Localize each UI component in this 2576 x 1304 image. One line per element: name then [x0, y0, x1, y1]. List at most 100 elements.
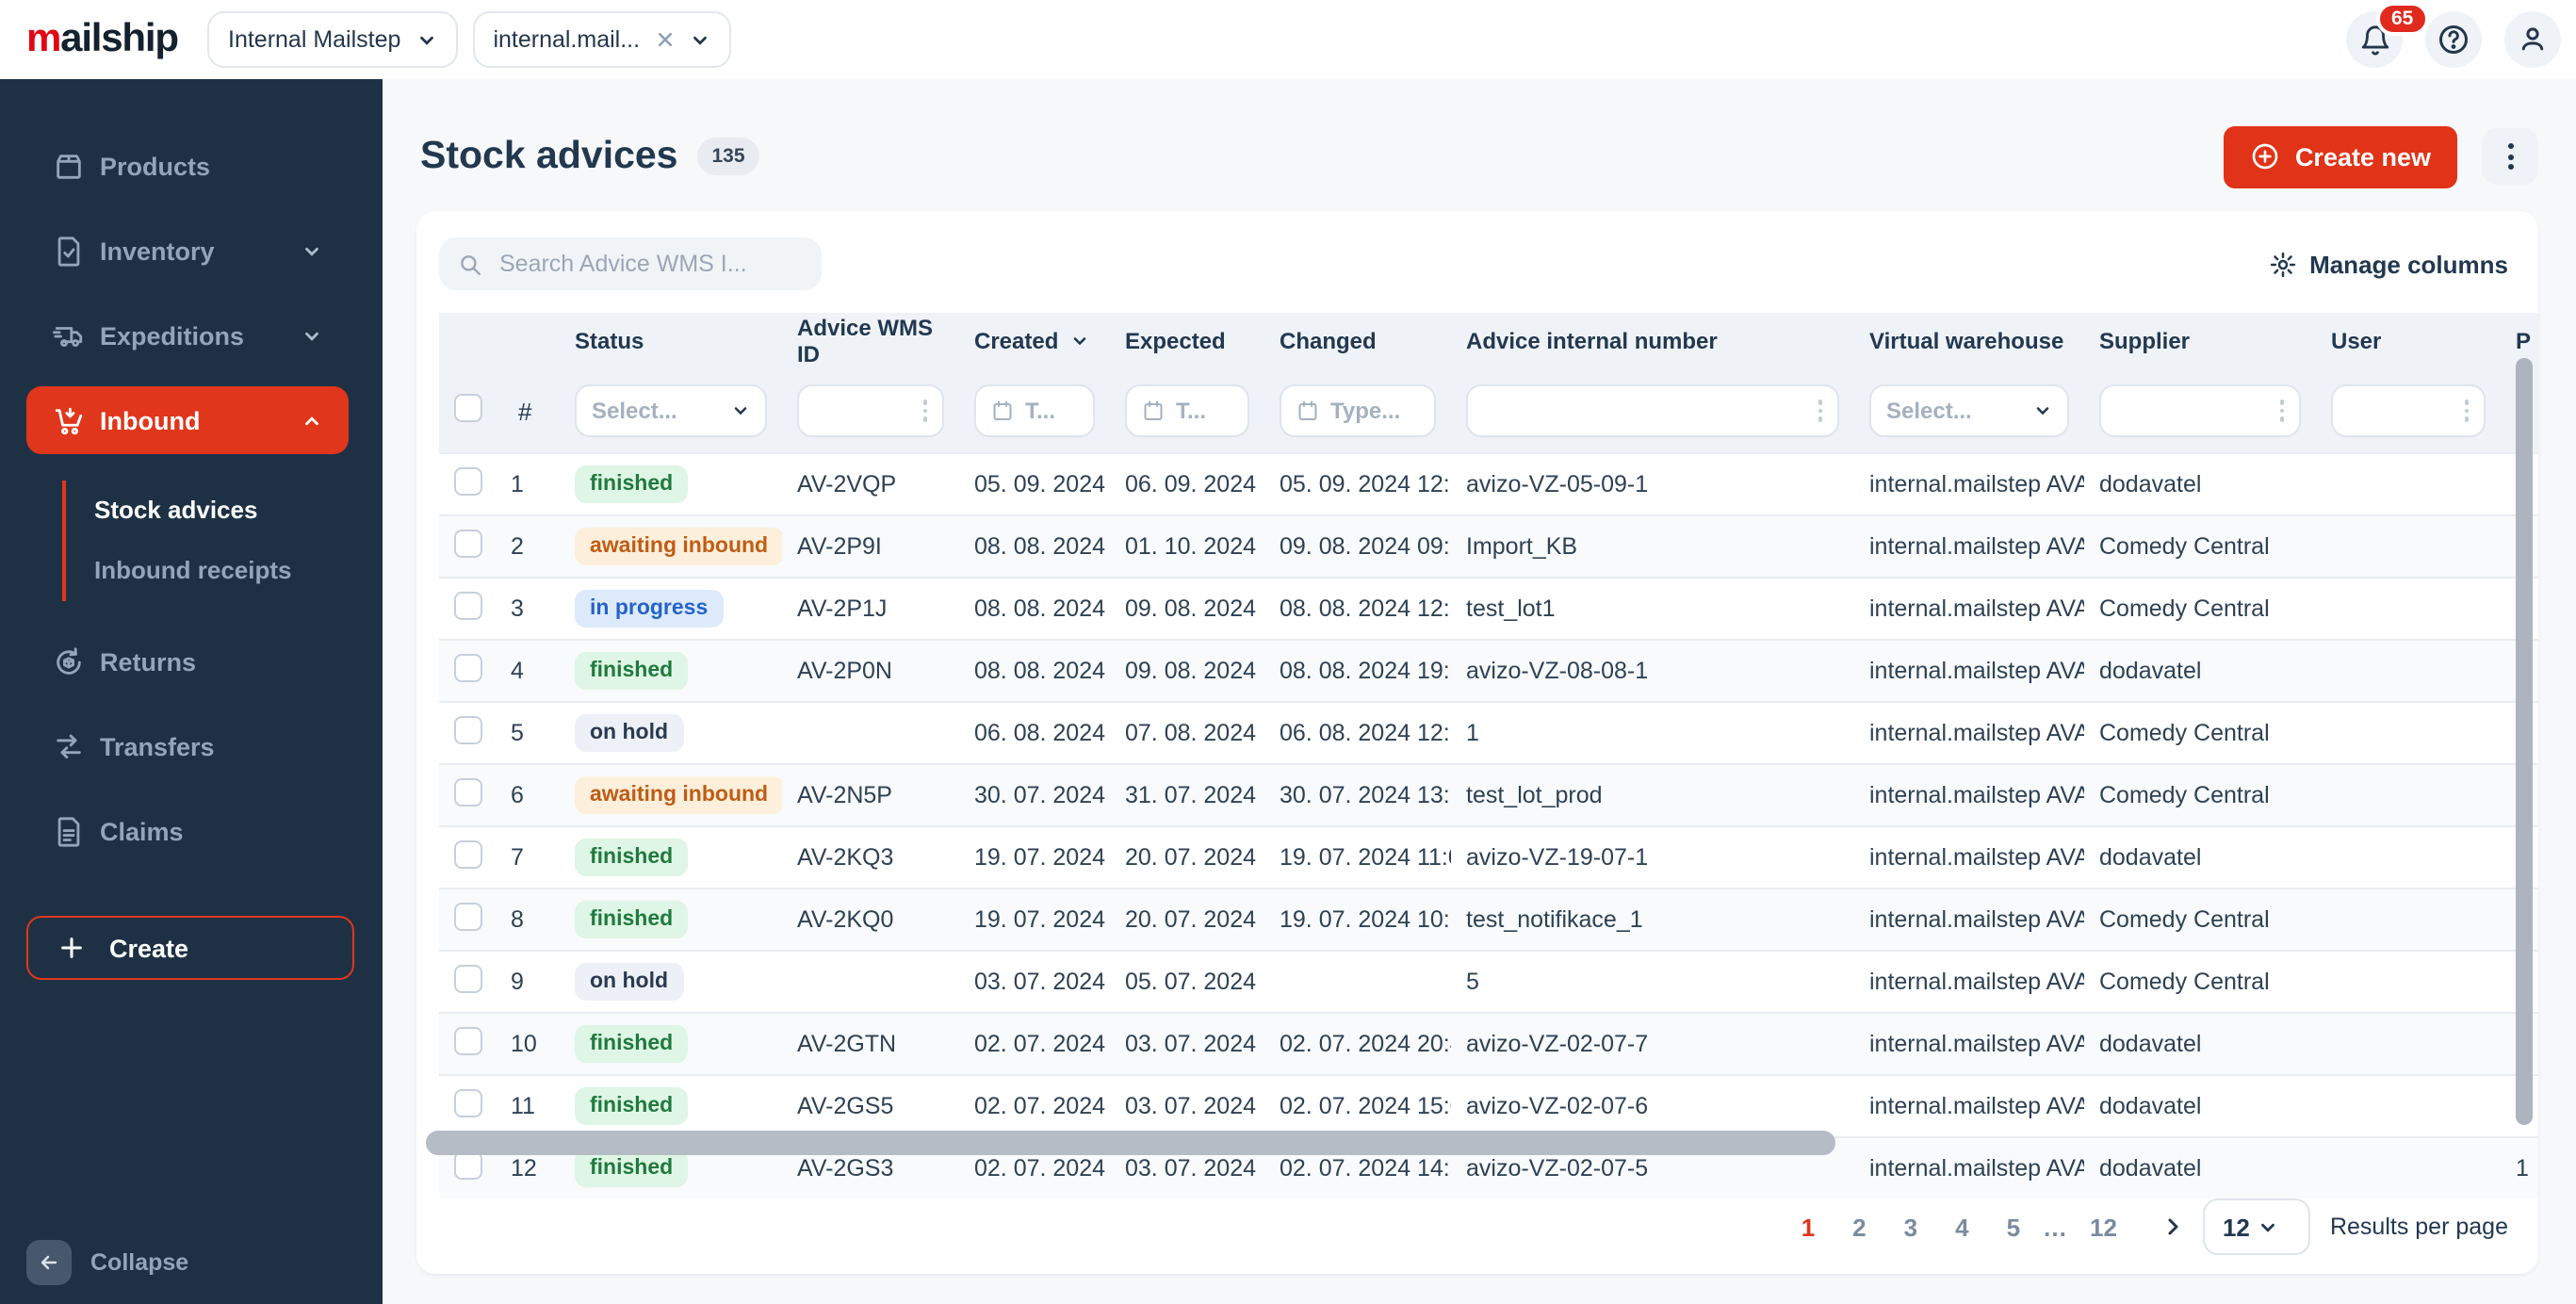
table-row[interactable]: 10finishedAV-2GTN02. 07. 202403. 07. 202…: [439, 1013, 2538, 1075]
sidebar-item-expeditions[interactable]: Expeditions: [26, 302, 349, 369]
sidebar-item-claims[interactable]: Claims: [26, 797, 349, 865]
row-checkbox[interactable]: [454, 965, 482, 993]
sidebar-item-products[interactable]: Products: [26, 132, 349, 200]
sidebar-item-label: Inventory: [100, 236, 302, 265]
cell-changed: [1264, 951, 1451, 1013]
supplier-filter-input[interactable]: [2099, 384, 2301, 437]
page-button[interactable]: 12: [2071, 1213, 2136, 1241]
page-actions-button[interactable]: [2482, 128, 2538, 185]
row-checkbox[interactable]: [454, 1151, 482, 1180]
table-row[interactable]: 5on hold06. 08. 202407. 08. 202406. 08. …: [439, 702, 2538, 764]
cell-supplier: dodavatel: [2084, 1075, 2316, 1137]
cell-supplier: dodavatel: [2084, 1137, 2316, 1198]
kebab-icon[interactable]: [922, 400, 927, 422]
clear-icon[interactable]: [655, 30, 674, 49]
search-input[interactable]: [496, 249, 803, 279]
horizontal-scrollbar[interactable]: [426, 1131, 1835, 1155]
page-button[interactable]: 1: [1783, 1213, 1834, 1241]
table-row[interactable]: 3in progressAV-2P1J08. 08. 202409. 08. 2…: [439, 578, 2538, 640]
cell-num: 8: [496, 888, 560, 951]
table-row[interactable]: 7finishedAV-2KQ319. 07. 202420. 07. 2024…: [439, 826, 2538, 888]
row-checkbox[interactable]: [454, 778, 482, 807]
select-all-checkbox[interactable]: [454, 394, 482, 422]
table-row[interactable]: 1finishedAV-2VQP05. 09. 202406. 09. 2024…: [439, 453, 2538, 515]
cell-changed: 08. 08. 2024 12:39: [1264, 578, 1451, 640]
created-filter-input[interactable]: T...: [974, 384, 1095, 437]
page-head: Stock advices 135 Create new: [420, 121, 2538, 192]
row-checkbox[interactable]: [454, 1027, 482, 1055]
cell-supplier: Comedy Central: [2084, 764, 2316, 826]
wms-filter-input[interactable]: [797, 384, 944, 437]
expected-filter-input[interactable]: T...: [1125, 384, 1249, 437]
kebab-icon[interactable]: [1818, 400, 1822, 422]
notifications-button[interactable]: 65: [2346, 11, 2403, 68]
table-row[interactable]: 8finishedAV-2KQ019. 07. 202420. 07. 2024…: [439, 888, 2538, 951]
sidebar-subitem-stock-advices[interactable]: Stock advices: [94, 481, 383, 541]
vw-filter-select[interactable]: Select...: [1869, 384, 2069, 437]
col-header-created[interactable]: Created: [959, 313, 1110, 369]
table-row[interactable]: 11finishedAV-2GS502. 07. 202403. 07. 202…: [439, 1075, 2538, 1137]
sidebar-create-button[interactable]: Create: [26, 916, 354, 980]
user-filter-input[interactable]: [2331, 384, 2486, 437]
sidebar-subitem-inbound-receipts[interactable]: Inbound receipts: [94, 541, 383, 601]
next-page-button[interactable]: [2136, 1215, 2204, 1238]
profile-button[interactable]: [2504, 11, 2561, 68]
cell-internal: avizo-VZ-08-08-1: [1451, 640, 1854, 702]
col-header-internal[interactable]: Advice internal number: [1451, 313, 1854, 369]
organization-dropdown[interactable]: Internal Mailstep: [207, 11, 457, 68]
status-filter-select[interactable]: Select...: [575, 384, 767, 437]
warehouse-filter-chip[interactable]: internal.mail...: [472, 11, 730, 68]
cell-vw: internal.mailstep AVAILABL: [1854, 1137, 2084, 1198]
table-row[interactable]: 2awaiting inboundAV-2P9I08. 08. 202401. …: [439, 515, 2538, 578]
help-button[interactable]: [2425, 11, 2482, 68]
changed-filter-input[interactable]: Type...: [1280, 384, 1436, 437]
create-new-button[interactable]: Create new: [2224, 125, 2457, 187]
row-checkbox[interactable]: [454, 592, 482, 620]
col-header-changed[interactable]: Changed: [1264, 313, 1451, 369]
sidebar-collapse[interactable]: Collapse: [26, 1240, 188, 1285]
chevron-down-icon: [302, 325, 322, 346]
per-page-select[interactable]: 12: [2204, 1198, 2311, 1255]
row-checkbox[interactable]: [454, 840, 482, 869]
manage-columns-button[interactable]: Manage columns: [2268, 250, 2508, 278]
vertical-scrollbar[interactable]: [2516, 358, 2533, 1125]
status-badge: finished: [575, 465, 688, 503]
cell-expected: 09. 08. 2024: [1110, 640, 1264, 702]
sidebar-item-transfers[interactable]: Transfers: [26, 712, 349, 780]
page-button[interactable]: 5: [1988, 1213, 2039, 1241]
page-button[interactable]: 2: [1834, 1213, 1884, 1241]
sidebar-item-label: Claims: [100, 817, 322, 845]
sidebar-item-label: Expeditions: [100, 321, 302, 350]
sidebar-item-returns[interactable]: Returns: [26, 628, 349, 695]
row-checkbox[interactable]: [454, 903, 482, 931]
sort-chevron-down-icon[interactable]: [1069, 332, 1088, 350]
sidebar-item-inventory[interactable]: Inventory: [26, 217, 349, 285]
table-row[interactable]: 4finishedAV-2P0N08. 08. 202409. 08. 2024…: [439, 640, 2538, 702]
col-header-vw[interactable]: Virtual warehouse: [1854, 313, 2084, 369]
row-checkbox[interactable]: [454, 654, 482, 682]
col-header-status[interactable]: Status: [560, 313, 782, 369]
col-header-wms[interactable]: Advice WMS ID: [782, 313, 959, 369]
cell-num: 7: [496, 826, 560, 888]
sidebar-item-label: Returns: [100, 647, 322, 676]
col-header-user[interactable]: User: [2316, 313, 2501, 369]
search-box[interactable]: [439, 237, 822, 290]
page-button[interactable]: 3: [1885, 1213, 1936, 1241]
kebab-icon[interactable]: [2464, 400, 2469, 422]
kebab-icon[interactable]: [2279, 400, 2284, 422]
row-checkbox[interactable]: [454, 467, 482, 496]
col-header-expected[interactable]: Expected: [1110, 313, 1264, 369]
table-row[interactable]: 6awaiting inboundAV-2N5P30. 07. 202431. …: [439, 764, 2538, 826]
row-checkbox[interactable]: [454, 1089, 482, 1117]
cell-num: 6: [496, 764, 560, 826]
internal-filter-input[interactable]: [1466, 384, 1839, 437]
table-row[interactable]: 9on hold03. 07. 202405. 07. 20245interna…: [439, 951, 2538, 1013]
row-checkbox[interactable]: [454, 716, 482, 744]
main-content: Stock advices 135 Create new: [383, 79, 2576, 1304]
page-button[interactable]: 4: [1936, 1213, 1987, 1241]
sidebar-item-inbound[interactable]: Inbound: [26, 386, 349, 454]
col-header-supplier[interactable]: Supplier: [2084, 313, 2316, 369]
row-checkbox[interactable]: [454, 530, 482, 558]
cell-checkbox: [439, 826, 496, 888]
cell-expected: 20. 07. 2024: [1110, 826, 1264, 888]
